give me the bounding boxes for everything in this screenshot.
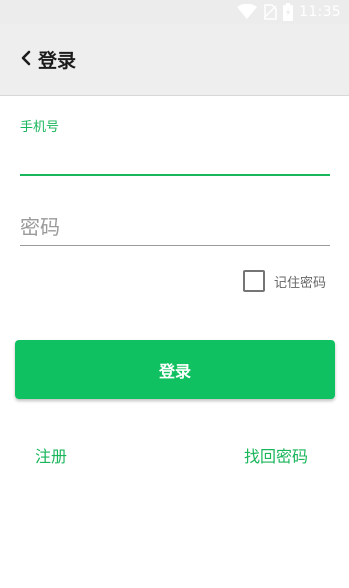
phone-input[interactable] [20,140,330,176]
app-bar: 登录 [0,24,349,96]
forgot-password-link[interactable]: 找回密码 [244,443,308,467]
battery-icon [283,3,294,21]
remember-password-toggle[interactable]: 记住密码 [243,270,326,292]
password-input[interactable] [20,208,330,246]
login-button[interactable]: 登录 [15,340,335,399]
status-bar: 11:35 [0,0,349,24]
no-sim-icon [263,4,277,20]
chevron-left-icon [20,50,32,70]
phone-label: 手机号 [20,120,60,135]
remember-label: 记住密码 [274,275,327,291]
status-time: 11:35 [299,4,341,20]
page-title: 登录 [38,50,77,72]
register-link[interactable]: 注册 [35,443,67,467]
wifi-icon [237,4,258,20]
bottom-partial-icon [160,583,190,588]
remember-checkbox[interactable] [243,270,265,292]
